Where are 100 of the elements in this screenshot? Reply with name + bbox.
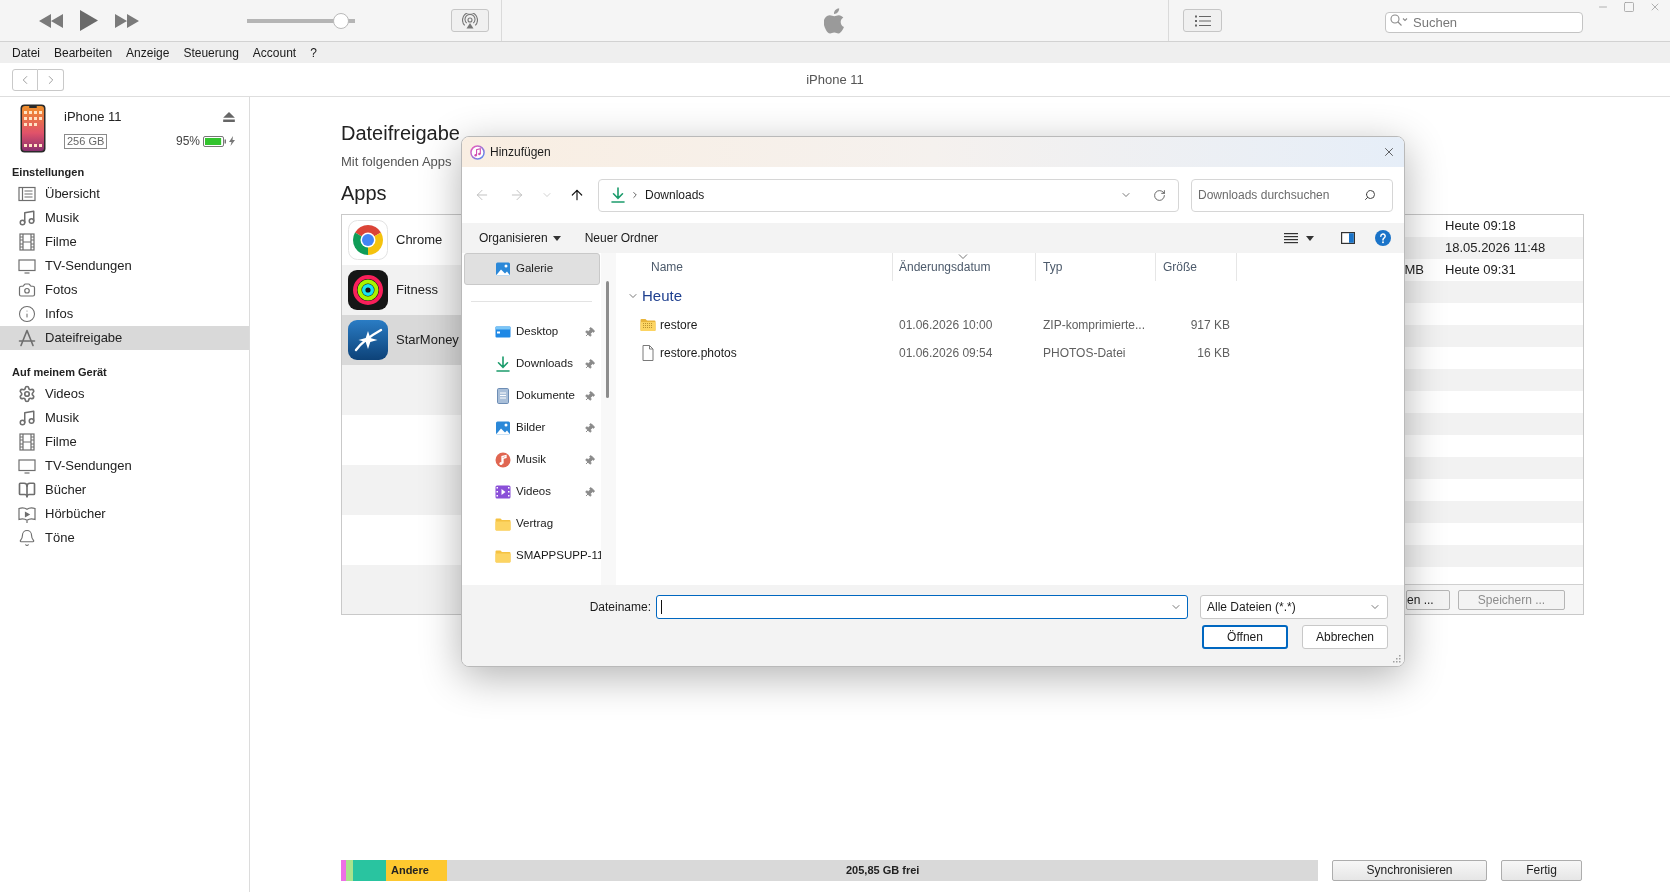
- music-note-icon: [18, 409, 36, 427]
- app-icon: [348, 320, 388, 360]
- nav-item[interactable]: Vertrag: [464, 508, 600, 540]
- sidebar-item[interactable]: Filme: [0, 430, 249, 454]
- storage-segment: Andere: [385, 859, 448, 881]
- toolbar-button[interactable]: Organisieren: [479, 229, 561, 247]
- nav-item[interactable]: Videos: [464, 476, 600, 508]
- dialog-title: Hinzufügen: [490, 144, 551, 161]
- table-action-button[interactable]: en ...: [1406, 589, 1450, 610]
- table-cell-text: ZIP-komprimierte...: [1043, 317, 1145, 334]
- airplay-icon: [462, 12, 478, 29]
- search-field[interactable]: Downloads durchsuchen: [1191, 178, 1393, 212]
- back-button[interactable]: [12, 68, 38, 91]
- sidebar-item[interactable]: Videos: [0, 382, 249, 406]
- sidebar-item[interactable]: Übersicht: [0, 182, 249, 206]
- film-strip-icon: [18, 433, 36, 451]
- table-cell-text: Heute 09:18: [1445, 217, 1516, 236]
- refresh-icon[interactable]: [1153, 188, 1166, 202]
- sidebar-item[interactable]: TV-Sendungen: [0, 254, 249, 278]
- capacity-label: 256 GB: [64, 133, 108, 149]
- file-name[interactable]: restore.photos: [640, 344, 737, 362]
- play-icon[interactable]: [80, 10, 98, 31]
- description-text: Mit folgenden Apps: [341, 154, 452, 169]
- nav-item[interactable]: Galerie: [464, 253, 600, 285]
- book-play-icon: [18, 505, 36, 523]
- menu-item[interactable]: ?: [310, 43, 317, 62]
- menu-item[interactable]: Bearbeiten: [54, 43, 113, 62]
- menu-item[interactable]: Account: [252, 43, 297, 62]
- resize-grip-icon[interactable]: [1393, 655, 1401, 663]
- sidebar-item[interactable]: Fotos: [0, 278, 249, 302]
- document-icon: [495, 388, 511, 404]
- menu-item[interactable]: Steuerung: [183, 43, 239, 62]
- zip-folder-icon: [640, 317, 656, 333]
- section-heading: Apps: [341, 181, 387, 206]
- battery-icon: [203, 135, 227, 147]
- section-heading: Auf meinem Gerät: [11, 364, 108, 380]
- sidebar-item[interactable]: Infos: [0, 302, 249, 326]
- help-icon: [1375, 230, 1391, 246]
- address-bar[interactable]: Downloads: [598, 178, 1179, 212]
- eject-icon[interactable]: [223, 112, 235, 122]
- menu-item[interactable]: Datei: [12, 43, 40, 62]
- nav-item[interactable]: Dokumente: [464, 380, 600, 412]
- app-list-item[interactable]: StarMoney: [342, 315, 461, 365]
- preview-pane-icon: [1341, 232, 1355, 244]
- toolbar-button[interactable]: Neuer Ordner: [584, 229, 659, 247]
- preview-pane-button[interactable]: [1341, 232, 1355, 244]
- sync-button[interactable]: Synchronisieren: [1332, 859, 1487, 881]
- maximize-icon[interactable]: [1623, 1, 1635, 13]
- column-header[interactable]: Änderungsdatum: [893, 253, 1036, 281]
- view-options-button[interactable]: [1284, 232, 1314, 244]
- monitor-icon: [18, 457, 36, 475]
- scrollbar-thumb[interactable]: [606, 281, 609, 398]
- file-name[interactable]: restore: [640, 316, 698, 334]
- menu-item[interactable]: Anzeige: [126, 43, 170, 62]
- sidebar-item[interactable]: Musik: [0, 206, 249, 230]
- close-icon[interactable]: [1649, 1, 1661, 13]
- group-header[interactable]: Heute: [616, 281, 1404, 311]
- bell-icon: [18, 529, 36, 547]
- forward-button[interactable]: [38, 68, 64, 91]
- app-list-item[interactable]: Fitness: [342, 265, 461, 315]
- caret-down-icon: [1306, 235, 1314, 241]
- filename-field[interactable]: [656, 595, 1188, 619]
- nav-item[interactable]: Bilder: [464, 412, 600, 444]
- open-button[interactable]: Öffnen: [1202, 625, 1288, 649]
- column-header[interactable]: Typ: [1036, 253, 1156, 281]
- done-button[interactable]: Fertig: [1501, 859, 1582, 881]
- nav-item[interactable]: SMAPPSUPP-11: [464, 540, 600, 572]
- search-field[interactable]: Suchen: [1385, 12, 1583, 33]
- help-button[interactable]: [1375, 230, 1391, 246]
- column-header[interactable]: Name: [616, 253, 893, 281]
- chevron-right-icon: [630, 190, 640, 200]
- sidebar-item[interactable]: TV-Sendungen: [0, 454, 249, 478]
- slider-thumb[interactable]: [333, 12, 350, 29]
- sidebar-item[interactable]: Bücher: [0, 478, 249, 502]
- sidebar-item[interactable]: Dateifreigabe: [0, 326, 249, 350]
- page-heading: Dateifreigabe: [341, 121, 460, 146]
- sidebar-item[interactable]: Filme: [0, 230, 249, 254]
- fast-forward-icon[interactable]: [115, 13, 139, 28]
- table-cell-text: 16 KB: [1197, 345, 1230, 362]
- column-header[interactable]: Größe: [1156, 253, 1237, 281]
- cancel-button[interactable]: Abbrechen: [1302, 625, 1388, 649]
- nav-item[interactable]: Downloads: [464, 348, 600, 380]
- nav-item[interactable]: Desktop: [464, 316, 600, 348]
- list-icon: [1194, 14, 1211, 27]
- monitor-icon: [18, 257, 36, 275]
- breadcrumb-item[interactable]: Downloads: [645, 186, 705, 204]
- airplay-button[interactable]: [451, 9, 489, 32]
- sidebar-item[interactable]: Musik: [0, 406, 249, 430]
- file-type-dropdown[interactable]: Alle Dateien (*.*): [1200, 595, 1388, 619]
- sidebar-item[interactable]: Hörbücher: [0, 502, 249, 526]
- sidebar-item[interactable]: Töne: [0, 526, 249, 550]
- camera-icon: [18, 281, 36, 299]
- phone-icon: [20, 104, 46, 153]
- list-button[interactable]: [1183, 9, 1222, 32]
- table-cell-text: Heute 09:31: [1445, 261, 1516, 280]
- nav-item[interactable]: Musik: [464, 444, 600, 476]
- info-icon: [18, 305, 36, 323]
- section-heading: Einstellungen: [11, 164, 86, 180]
- page-title: iPhone 11: [806, 70, 864, 89]
- rewind-icon[interactable]: [39, 13, 63, 28]
